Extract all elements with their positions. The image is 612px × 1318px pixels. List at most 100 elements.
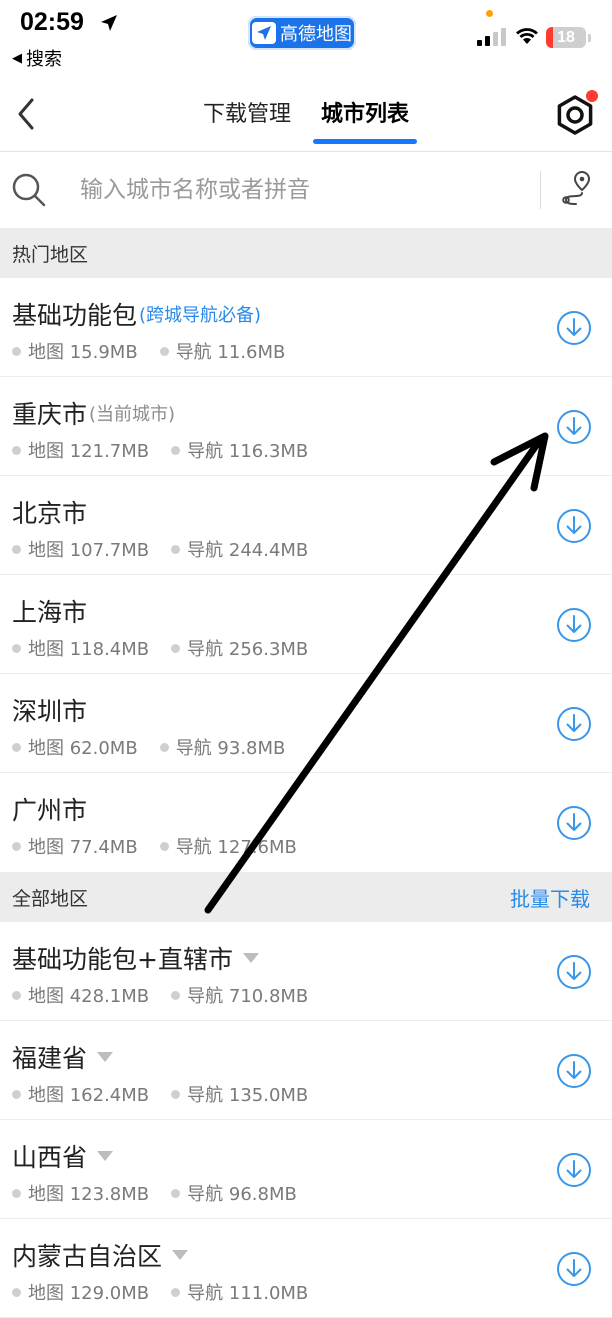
- nav-size: 导航 111.0MB: [171, 1279, 308, 1305]
- region-name: 深圳市: [12, 697, 88, 726]
- list-item[interactable]: 福建省 地图 162.4MB 导航 135.0MB: [0, 1021, 612, 1120]
- bullet-dot: [171, 1188, 181, 1198]
- region-name-line: 北京市: [12, 494, 87, 530]
- nav-size-text: 导航 127.6MB: [175, 837, 297, 858]
- nav-size: 导航 11.6MB: [159, 338, 285, 364]
- list-item[interactable]: 内蒙古自治区 地图 129.0MB 导航 111.0MB: [0, 1219, 612, 1318]
- size-info: 地图 428.1MB 导航 710.8MB: [12, 982, 308, 1008]
- region-tag: (当前城市): [89, 404, 176, 425]
- download-icon[interactable]: [556, 706, 592, 742]
- cellular-signal-icon: [477, 28, 507, 46]
- tab-city-list[interactable]: 城市列表: [313, 96, 418, 144]
- download-icon[interactable]: [556, 409, 592, 445]
- size-info: 地图 77.4MB 导航 127.6MB: [12, 833, 297, 859]
- list-item[interactable]: 重庆市 (当前城市) 地图 121.7MB 导航 116.3MB: [0, 377, 612, 476]
- search-bar: [0, 153, 612, 227]
- region-name-line: 重庆市 (当前城市): [12, 395, 175, 431]
- tab-label: 城市列表: [321, 102, 410, 127]
- bullet-dot: [12, 1287, 21, 1297]
- download-icon[interactable]: [556, 607, 592, 643]
- nav-bar: 下载管理 城市列表: [0, 76, 612, 152]
- bullet-dot: [159, 841, 169, 851]
- map-size-text: 地图 107.7MB: [28, 540, 150, 561]
- list-item[interactable]: 广州市 地图 77.4MB 导航 127.6MB: [0, 773, 612, 872]
- list-item[interactable]: 深圳市 地图 62.0MB 导航 93.8MB: [0, 674, 612, 773]
- back-to-app[interactable]: ◀ 搜索: [12, 45, 62, 71]
- bullet-dot: [12, 1188, 21, 1198]
- region-name-line: 福建省: [12, 1039, 114, 1075]
- hot-regions-list: 基础功能包 (跨城导航必备) 地图 15.9MB 导航 11.6MB 重庆市 (…: [0, 278, 612, 872]
- battery-icon: 18: [546, 27, 586, 48]
- download-icon[interactable]: [556, 1053, 592, 1089]
- nav-size-text: 导航 116.3MB: [187, 441, 309, 462]
- map-size: 地图 428.1MB: [12, 982, 149, 1008]
- active-app-pill[interactable]: 高德地图: [248, 16, 356, 50]
- list-item[interactable]: 基础功能包 (跨城导航必备) 地图 15.9MB 导航 11.6MB: [0, 278, 612, 377]
- nav-size: 导航 93.8MB: [159, 734, 286, 760]
- search-icon: [12, 173, 46, 207]
- tab-label: 下载管理: [202, 102, 291, 127]
- nav-size-text: 导航 244.4MB: [187, 540, 309, 561]
- caret-down-icon[interactable]: [242, 953, 259, 963]
- nav-size: 导航 116.3MB: [171, 437, 308, 463]
- nav-size-text: 导航 111.0MB: [187, 1283, 309, 1304]
- bullet-dot: [12, 346, 21, 356]
- batch-download-button[interactable]: 批量下载: [510, 883, 590, 912]
- list-item[interactable]: 基础功能包+直辖市 地图 428.1MB 导航 710.8MB: [0, 922, 612, 1021]
- region-name: 基础功能包+直辖市: [12, 945, 233, 974]
- wifi-icon: [516, 28, 538, 44]
- size-info: 地图 15.9MB 导航 11.6MB: [12, 338, 285, 364]
- map-size: 地图 118.4MB: [12, 635, 149, 661]
- bullet-dot: [171, 445, 181, 455]
- active-tab-indicator: [313, 139, 418, 144]
- download-icon[interactable]: [556, 1251, 592, 1287]
- battery-cap: [588, 34, 591, 42]
- region-tag: (跨城导航必备): [139, 305, 262, 326]
- region-name: 内蒙古自治区: [12, 1242, 163, 1271]
- bullet-dot: [12, 544, 21, 554]
- region-name: 福建省: [12, 1044, 88, 1073]
- city-search-input[interactable]: [80, 171, 520, 209]
- list-item[interactable]: 北京市 地图 107.7MB 导航 244.4MB: [0, 476, 612, 575]
- nav-size: 导航 244.4MB: [171, 536, 308, 562]
- caret-down-icon[interactable]: [97, 1151, 114, 1161]
- bullet-dot: [159, 742, 169, 752]
- app-logo-icon: [252, 22, 276, 44]
- region-name: 广州市: [12, 796, 88, 825]
- map-size: 地图 162.4MB: [12, 1081, 149, 1107]
- caret-down-icon[interactable]: [172, 1250, 189, 1260]
- map-size: 地图 107.7MB: [12, 536, 149, 562]
- search-divider: [540, 171, 541, 209]
- region-name: 基础功能包: [12, 301, 138, 330]
- download-icon[interactable]: [556, 805, 592, 841]
- map-size-text: 地图 428.1MB: [28, 986, 150, 1007]
- list-item[interactable]: 山西省 地图 123.8MB 导航 96.8MB: [0, 1120, 612, 1219]
- nav-size: 导航 96.8MB: [171, 1180, 297, 1206]
- map-size: 地图 77.4MB: [12, 833, 138, 859]
- download-icon[interactable]: [556, 508, 592, 544]
- map-size: 地图 62.0MB: [12, 734, 138, 760]
- back-triangle-icon: ◀: [12, 50, 22, 66]
- nav-size-text: 导航 93.8MB: [175, 738, 286, 759]
- region-name-line: 广州市: [12, 791, 87, 827]
- all-regions-header: 全部地区 批量下载: [0, 872, 612, 922]
- region-name-line: 基础功能包+直辖市: [12, 940, 259, 976]
- bullet-dot: [12, 990, 21, 1000]
- region-name: 上海市: [12, 598, 88, 627]
- download-icon[interactable]: [556, 954, 592, 990]
- caret-down-icon[interactable]: [97, 1052, 114, 1062]
- nav-size: 导航 256.3MB: [171, 635, 308, 661]
- map-size-text: 地图 129.0MB: [28, 1283, 150, 1304]
- region-name: 重庆市: [12, 400, 88, 429]
- download-icon[interactable]: [556, 1152, 592, 1188]
- download-icon[interactable]: [556, 310, 592, 346]
- region-name-line: 上海市: [12, 593, 87, 629]
- map-size-text: 地图 62.0MB: [28, 738, 138, 759]
- section-title: 全部地区: [12, 887, 89, 910]
- nav-size: 导航 135.0MB: [171, 1081, 308, 1107]
- bullet-dot: [171, 990, 181, 1000]
- bullet-dot: [12, 742, 21, 752]
- list-item[interactable]: 上海市 地图 118.4MB 导航 256.3MB: [0, 575, 612, 674]
- route-pin-icon[interactable]: [558, 169, 596, 209]
- tab-download-manager[interactable]: 下载管理: [201, 96, 293, 128]
